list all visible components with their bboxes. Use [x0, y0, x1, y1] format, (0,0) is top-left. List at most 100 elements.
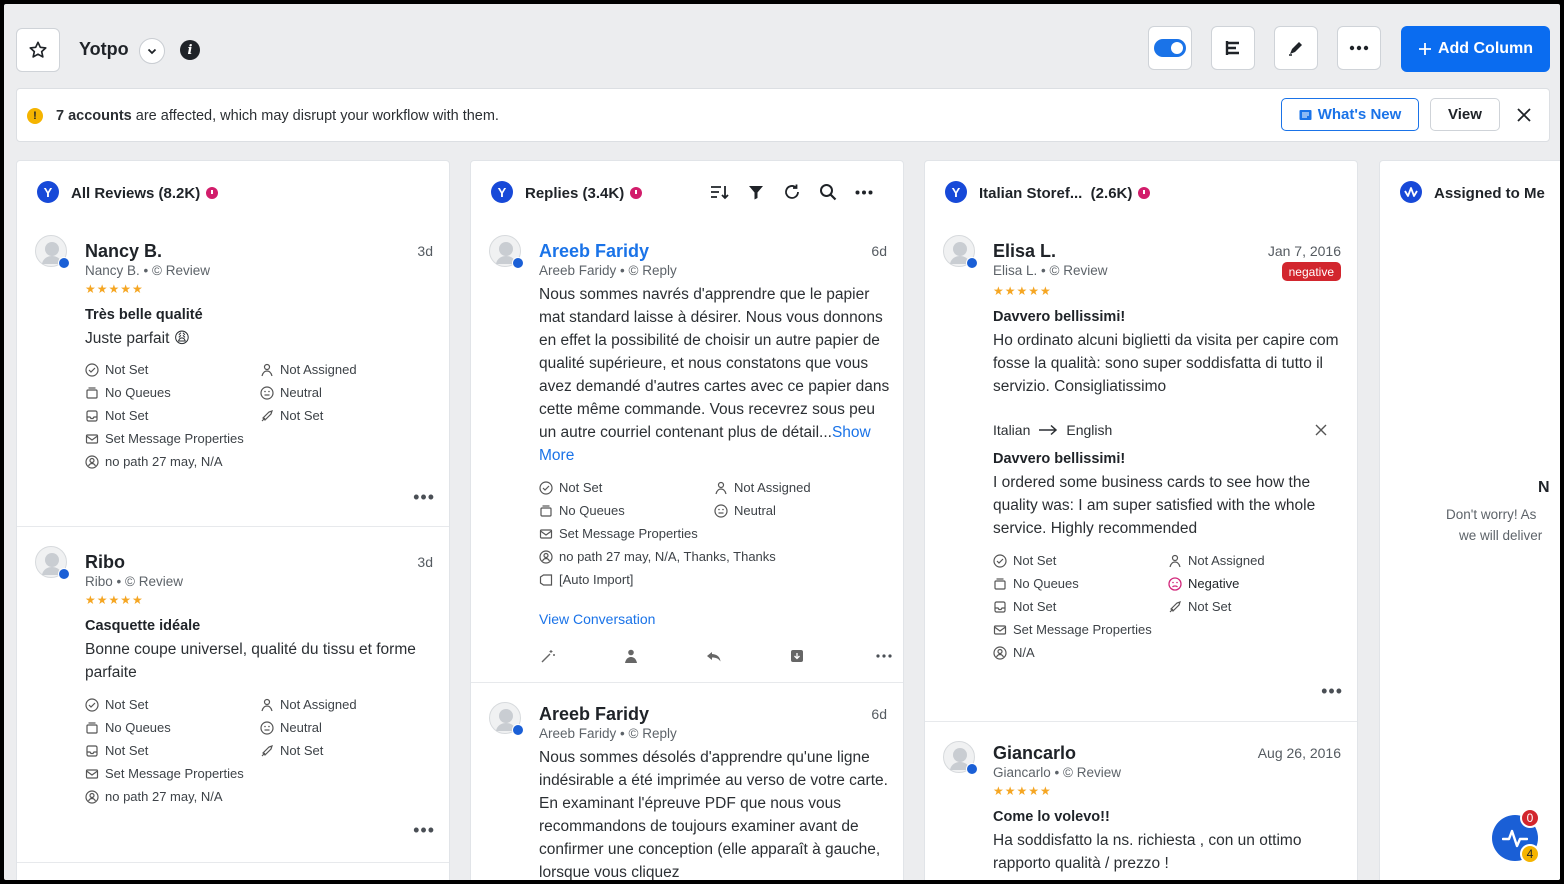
status-value: Not Set [559, 480, 603, 495]
rocket-icon [1168, 600, 1182, 614]
path-property[interactable]: no path 27 may, N/A [85, 454, 223, 469]
reply-card[interactable]: Areeb Faridy 6d Areeb Faridy • © Reply N… [471, 684, 903, 880]
alert-icon [1138, 187, 1151, 199]
edit-button[interactable] [1274, 26, 1318, 70]
message-properties[interactable]: Set Message Properties [993, 622, 1152, 637]
sentiment-property[interactable]: Neutral [714, 503, 776, 518]
queue-icon [539, 504, 553, 518]
path-property[interactable]: N/A [993, 645, 1035, 660]
close-translation-button[interactable] [1315, 423, 1327, 441]
whats-new-button[interactable]: What's New [1281, 98, 1419, 131]
queue-property[interactable]: No Queues [85, 385, 171, 400]
author-name[interactable]: Elisa L. [993, 241, 1056, 262]
queue-property[interactable]: No Queues [85, 720, 171, 735]
favorite-button[interactable] [16, 28, 60, 72]
status-property[interactable]: Not Set [85, 362, 148, 377]
review-card[interactable]: Giancarlo Aug 26, 2016 Giancarlo • © Rev… [925, 723, 1357, 880]
reply-body: Nous sommes désolés d'apprendre qu'une l… [539, 749, 888, 880]
message-properties[interactable]: Set Message Properties [85, 431, 244, 446]
sentiment-value: Neutral [280, 385, 322, 400]
card-more-button[interactable] [873, 647, 895, 665]
priority-property[interactable]: Not Set [260, 408, 323, 423]
sentiment-property[interactable]: Neutral [260, 385, 322, 400]
archive-icon [791, 650, 803, 662]
author-name[interactable]: Nancy B. [85, 241, 162, 262]
status-property[interactable]: Not Set [85, 697, 148, 712]
more-options-button[interactable] [1337, 26, 1381, 70]
add-column-label: Add Column [1437, 40, 1534, 57]
tag-property[interactable]: [Auto Import] [539, 572, 633, 587]
priority-value: Not Set [280, 743, 324, 758]
author-name[interactable]: Ribo [85, 552, 125, 573]
queue-icon [85, 721, 99, 735]
column-title[interactable]: Assigned to Me [1434, 185, 1545, 202]
assignee-property[interactable]: Not Assigned [714, 480, 811, 495]
view-button[interactable]: View [1430, 98, 1500, 131]
column-header: Assigned to Me [1380, 161, 1560, 217]
inbox-property[interactable]: Not Set [85, 743, 148, 758]
sentiment-property[interactable]: Neutral [260, 720, 322, 735]
author-name[interactable]: Giancarlo [993, 743, 1076, 764]
priority-property[interactable]: Not Set [260, 743, 323, 758]
inbox-property[interactable]: Not Set [993, 599, 1056, 614]
card-more-button[interactable]: ••• [1321, 681, 1343, 702]
priority-property[interactable]: Not Set [1168, 599, 1231, 614]
toggle-button[interactable] [1148, 26, 1192, 70]
queue-property[interactable]: No Queues [993, 576, 1079, 591]
add-column-button[interactable]: Add Column [1401, 26, 1550, 72]
column-header: Y Italian Storef... (2.6K) [925, 161, 1357, 217]
title-dropdown-button[interactable] [139, 38, 165, 64]
assignee-value: Not Assigned [1188, 553, 1265, 568]
reply-button[interactable] [705, 647, 723, 665]
review-card[interactable]: Elisa L. Jan 7, 2016 negative Elisa L. •… [925, 217, 1357, 722]
filter-icon [749, 186, 763, 200]
path-property[interactable]: no path 27 may, N/A [85, 789, 223, 804]
archive-button[interactable] [788, 647, 806, 665]
assignee-property[interactable]: Not Assigned [260, 697, 357, 712]
review-card[interactable]: Ribo 3d Ribo • © Review ★★★★★ Casquette … [17, 528, 449, 863]
search-button[interactable] [817, 181, 839, 203]
view-conversation-link[interactable]: View Conversation [539, 611, 655, 627]
assignee-property[interactable]: Not Assigned [1168, 553, 1265, 568]
assignee-property[interactable]: Not Assigned [260, 362, 357, 377]
translation-target-language[interactable]: English [1066, 422, 1112, 438]
close-banner-button[interactable] [1512, 103, 1536, 127]
path-property[interactable]: no path 27 may, N/A, Thanks, Thanks [539, 549, 776, 564]
queue-property[interactable]: No Queues [539, 503, 625, 518]
author-name[interactable]: Areeb Faridy [539, 241, 649, 262]
person-icon [1168, 554, 1182, 568]
sentiment-property[interactable]: Negative [1168, 576, 1239, 591]
filter-button[interactable] [745, 181, 767, 203]
hierarchy-button[interactable] [1211, 26, 1255, 70]
card-more-button[interactable]: ••• [413, 487, 435, 508]
column-title[interactable]: Replies (3.4K) [525, 185, 643, 202]
timestamp: Jan 7, 2016 [1267, 243, 1341, 259]
source-line: Areeb Faridy • © Reply [539, 726, 677, 741]
column-title[interactable]: Italian Storef... (2.6K) [979, 185, 1151, 202]
refresh-button[interactable] [781, 181, 803, 203]
timestamp: 6d [871, 243, 887, 259]
translation-source-language[interactable]: Italian [993, 422, 1030, 438]
column-italian-storefront: Y Italian Storef... (2.6K) Elisa L. Jan … [924, 160, 1358, 880]
magic-wand-button[interactable] [539, 647, 557, 665]
info-icon[interactable]: i [180, 40, 200, 60]
message-properties[interactable]: Set Message Properties [539, 526, 698, 541]
inbox-icon [85, 744, 99, 758]
inbox-property[interactable]: Not Set [85, 408, 148, 423]
card-more-button[interactable]: ••• [413, 820, 435, 841]
column-more-button[interactable] [853, 181, 875, 203]
sort-button[interactable] [709, 181, 731, 203]
source-name: Nancy B. [85, 263, 140, 278]
reply-card[interactable]: Areeb Faridy 6d Areeb Faridy • © Reply N… [471, 217, 903, 683]
source-name: Ribo [85, 574, 113, 589]
status-property[interactable]: Not Set [993, 553, 1056, 568]
author-name[interactable]: Areeb Faridy [539, 704, 649, 725]
status-property[interactable]: Not Set [539, 480, 602, 495]
banner-count: 7 accounts [56, 108, 132, 124]
toggle-switch-icon [1154, 39, 1186, 57]
path-value: no path 27 may, N/A [105, 789, 223, 804]
review-card[interactable]: Nancy B. 3d Nancy B. • © Review ★★★★★ Tr… [17, 217, 449, 527]
column-title[interactable]: All Reviews (8.2K) [71, 185, 219, 202]
message-properties[interactable]: Set Message Properties [85, 766, 244, 781]
assign-button[interactable] [622, 647, 640, 665]
